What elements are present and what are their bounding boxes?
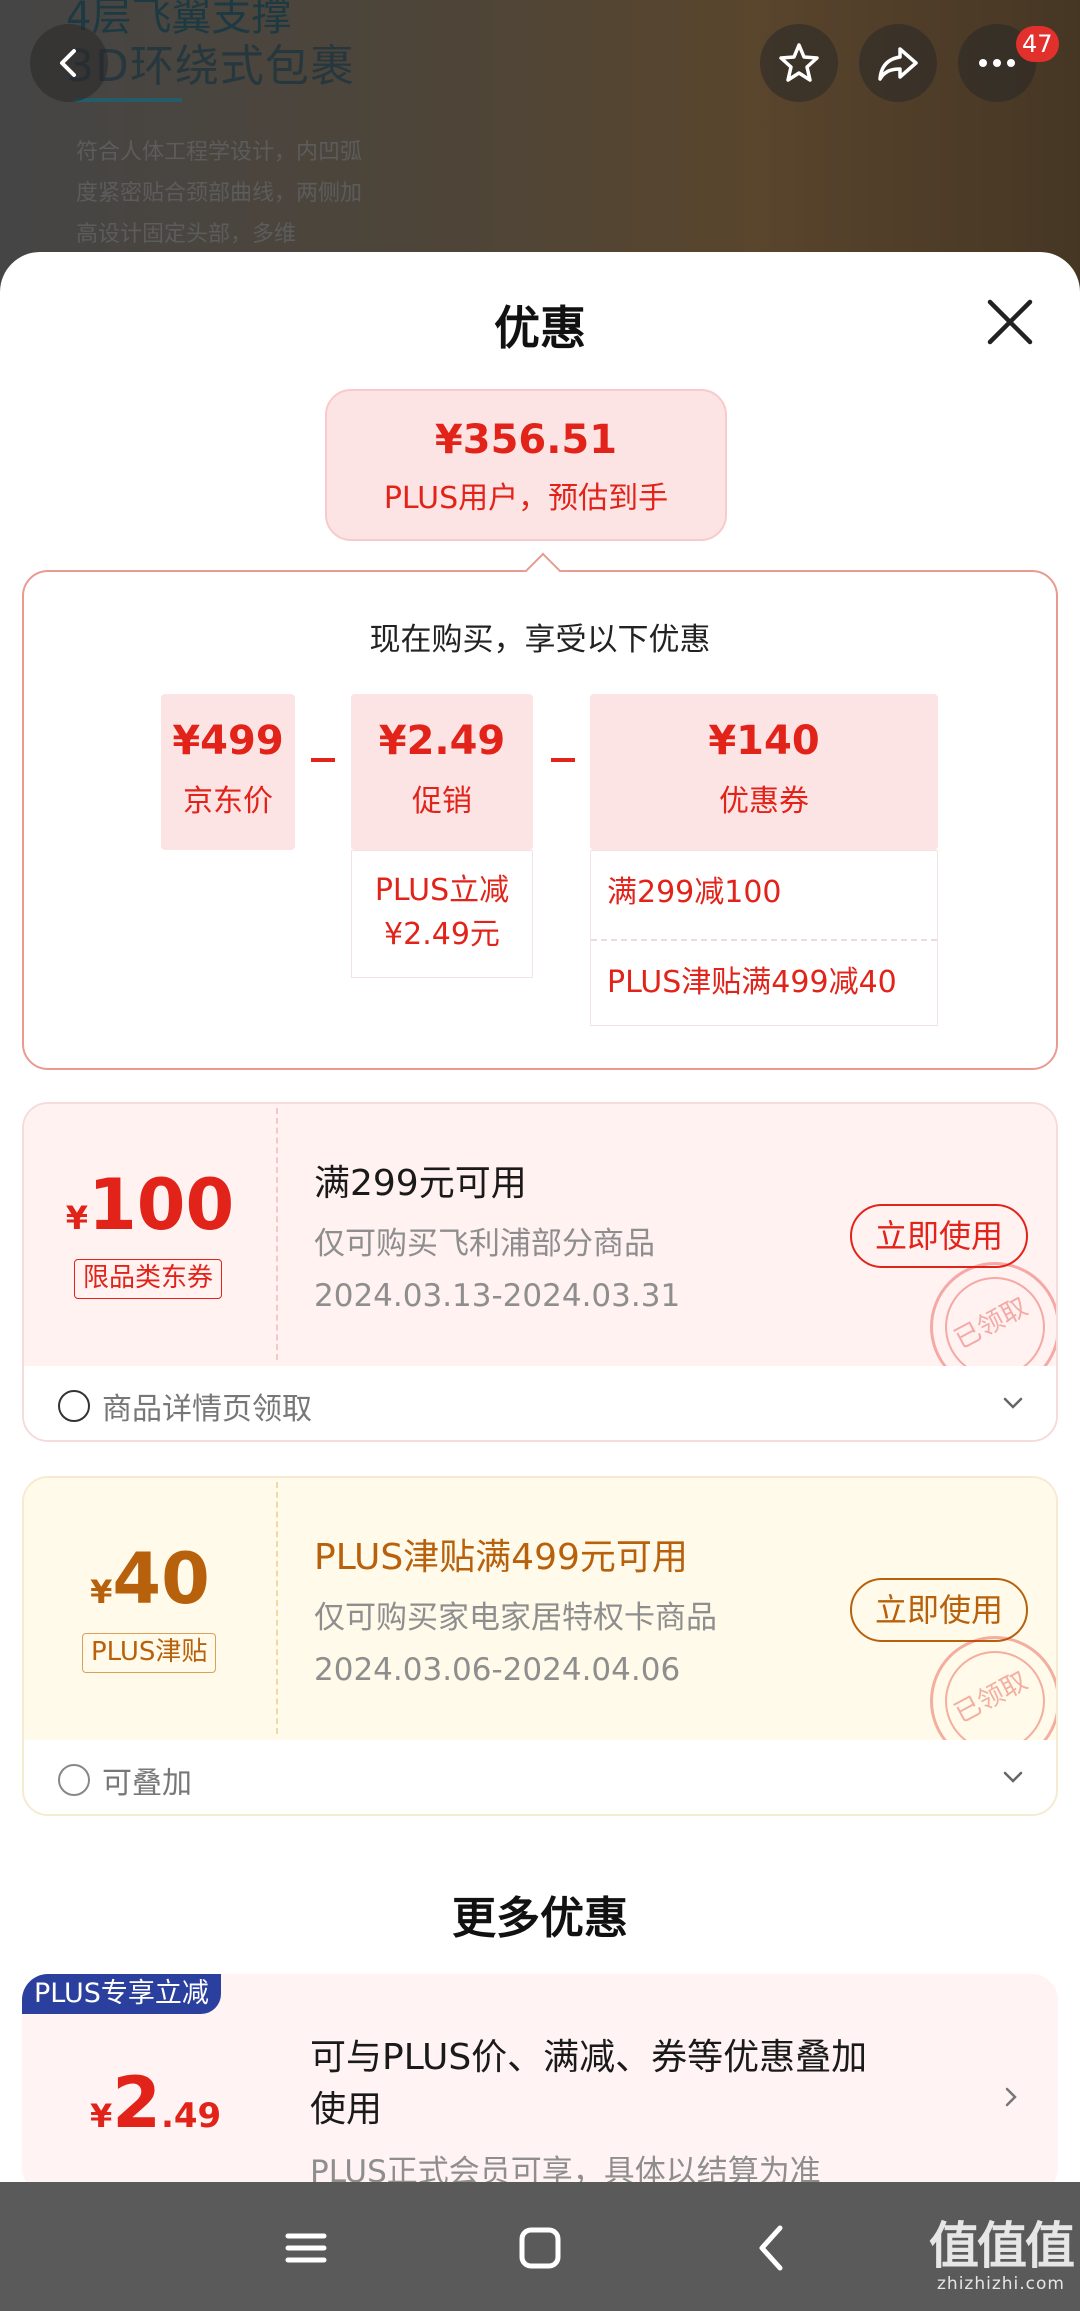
plus-exclusive-badge: PLUS专享立减 <box>22 1974 221 2014</box>
claimed-stamp-text: 已领取 <box>949 1292 1033 1356</box>
coupon-amount: ¥40 <box>24 1538 276 1620</box>
coupon-detail-divider <box>591 939 937 941</box>
coupon-total-cell: ¥140 优惠券 <box>590 694 938 850</box>
coupon-title: PLUS津贴满499元可用 <box>314 1537 688 1578</box>
discount-calculation: 现在购买，享受以下优惠 ¥499 京东价 ¥2.49 促销 ¥140 优惠券 P… <box>22 552 1058 1070</box>
chevron-down-icon <box>1003 1397 1023 1409</box>
calc-title: 现在购买，享受以下优惠 <box>369 622 711 658</box>
notification-badge: 47 <box>1016 26 1059 62</box>
coupon-description: 仅可购买家电家居特权卡商品 <box>314 1600 717 1636</box>
calc-notch <box>524 552 562 590</box>
coupon-detail-line: PLUS津贴满499减40 <box>607 965 897 1000</box>
use-now-button[interactable]: 立即使用 <box>850 1204 1028 1268</box>
minus-sign <box>551 758 575 762</box>
coupon-amount-value: 100 <box>88 1164 235 1246</box>
promo-cell: ¥2.49 促销 <box>351 694 533 850</box>
coupon-value-area: ¥40 PLUS津贴 <box>24 1478 276 1740</box>
coupon-total-value: ¥140 <box>708 718 820 764</box>
site-watermark: 值值值 zhizhizhi.com <box>928 2217 1075 2294</box>
share-icon <box>878 47 918 81</box>
chevron-left-icon <box>60 49 76 77</box>
share-button[interactable] <box>859 24 937 102</box>
coupon-value-area: ¥100 限品类东券 <box>24 1104 276 1366</box>
stackable-icon <box>58 1764 90 1796</box>
chevron-right-icon <box>1005 2087 1017 2107</box>
plus-offer-card[interactable]: PLUS专享立减 ¥2.49 可与PLUS价、满减、券等优惠叠加使用 PLUS正… <box>22 1974 1058 2194</box>
promo-detail: PLUS立减 ¥2.49元 <box>351 850 533 978</box>
use-now-button[interactable]: 立即使用 <box>850 1578 1028 1642</box>
coupon-amount: ¥100 <box>24 1164 276 1246</box>
coupon-body: ¥100 限品类东券 满299元可用 仅可购买飞利浦部分商品 2024.03.1… <box>24 1104 1056 1392</box>
estimated-price: ¥356.51 <box>434 417 618 463</box>
jd-price-value: ¥499 <box>172 718 284 764</box>
coupon-total-label: 优惠券 <box>719 784 809 819</box>
estimated-price-label: PLUS用户，预估到手 <box>383 481 669 516</box>
coupon-card: ¥100 限品类东券 满299元可用 仅可购买飞利浦部分商品 2024.03.1… <box>22 1102 1058 1442</box>
currency-symbol: ¥ <box>65 1199 89 1237</box>
more-offers-title: 更多优惠 <box>452 1893 628 1944</box>
more-dots-icon <box>979 59 1015 67</box>
coupon-type-tag: 限品类东券 <box>74 1259 223 1299</box>
coupon-detail-line: 满299减100 <box>607 875 782 910</box>
coupon-footer-text: 可叠加 <box>102 1766 192 1801</box>
coupon-footer[interactable]: 商品详情页领取 <box>24 1366 1056 1440</box>
favorite-button[interactable] <box>760 24 838 102</box>
coupon-body: ¥40 PLUS津贴 PLUS津贴满499元可用 仅可购买家电家居特权卡商品 2… <box>24 1478 1056 1766</box>
currency-symbol: ¥ <box>90 1573 113 1611</box>
coupon-type-tag: PLUS津贴 <box>82 1633 217 1673</box>
plus-offer-amount: ¥2.49 <box>90 2062 221 2144</box>
plus-amount-decimal: .49 <box>160 2096 222 2136</box>
coupon-validity: 2024.03.13-2024.03.31 <box>314 1278 681 1314</box>
estimated-price-bubble: ¥356.51 PLUS用户，预估到手 <box>325 389 727 541</box>
promo-label: 促销 <box>412 784 472 819</box>
plus-offer-text: 可与PLUS价、满减、券等优惠叠加使用 <box>310 2037 868 2130</box>
coupon-detail: 满299减100 PLUS津贴满499减40 <box>590 850 938 1026</box>
recent-apps-icon[interactable] <box>276 2220 336 2276</box>
currency-symbol: ¥ <box>90 2097 113 2135</box>
coupon-card: ¥40 PLUS津贴 PLUS津贴满499元可用 仅可购买家电家居特权卡商品 2… <box>22 1476 1058 1816</box>
promo-detail-line: ¥2.49元 <box>384 917 500 952</box>
coupon-separator <box>276 1108 278 1360</box>
coupon-footer[interactable]: 可叠加 <box>24 1740 1056 1814</box>
jd-price-cell: ¥499 京东价 <box>161 694 295 850</box>
coupon-amount-value: 40 <box>112 1538 210 1620</box>
back-icon[interactable] <box>742 2220 802 2276</box>
watermark-url: zhizhizhi.com <box>937 2274 1065 2294</box>
promo-value: ¥2.49 <box>378 718 506 764</box>
coupon-validity: 2024.03.06-2024.04.06 <box>314 1652 681 1688</box>
claimed-stamp-text: 已领取 <box>949 1666 1033 1730</box>
watermark-logo: 值值值 <box>929 2217 1075 2275</box>
coupon-footer-text: 商品详情页领取 <box>102 1392 312 1427</box>
promo-detail-line: PLUS立减 <box>374 873 510 908</box>
chevron-down-icon <box>1003 1771 1023 1783</box>
system-navigation-bar <box>0 2182 1080 2311</box>
star-icon <box>779 43 819 82</box>
coupon-title: 满299元可用 <box>314 1163 527 1204</box>
receive-source-icon <box>58 1390 90 1422</box>
minus-sign <box>311 758 335 762</box>
close-icon <box>987 299 1033 345</box>
coupon-description: 仅可购买飞利浦部分商品 <box>314 1226 655 1262</box>
coupon-separator <box>276 1482 278 1734</box>
back-button[interactable] <box>30 24 108 102</box>
close-button[interactable] <box>980 292 1040 352</box>
plus-amount-int: 2 <box>112 2062 161 2144</box>
jd-price-label: 京东价 <box>183 784 273 819</box>
home-icon[interactable] <box>510 2220 570 2276</box>
sheet-title: 优惠 <box>494 301 586 355</box>
